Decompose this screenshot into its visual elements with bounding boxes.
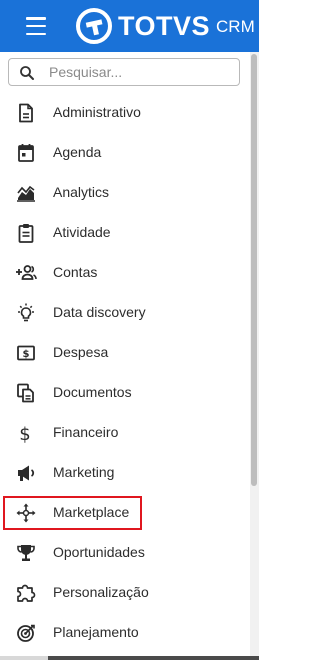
sidebar-scrollbar[interactable] (250, 52, 259, 660)
product-name: CRM (216, 17, 255, 36)
svg-text:$: $ (19, 424, 30, 443)
search-input[interactable] (49, 62, 229, 82)
sidebar-item-contas[interactable]: Contas (0, 253, 250, 293)
sidebar-item-marketing[interactable]: Marketing (0, 453, 250, 493)
sidebar-item-data-discovery[interactable]: Data discovery (0, 293, 250, 333)
money-icon: $ (15, 343, 37, 363)
totvs-logo-icon (76, 8, 112, 44)
sidebar-item-despesa[interactable]: $ Despesa (0, 333, 250, 373)
search-box (8, 58, 240, 86)
puzzle-icon (15, 583, 37, 603)
brand-logo[interactable]: TOTVS CRM (76, 8, 255, 44)
calendar-icon (15, 143, 37, 163)
sidebar-item-documentos[interactable]: Documentos (0, 373, 250, 413)
sidebar-item-label: Atividade (53, 224, 111, 240)
sidebar-item-label: Planejamento (53, 624, 139, 640)
sidebar-item-planejamento[interactable]: Planejamento (0, 613, 250, 653)
sidebar-item-atividade[interactable]: Atividade (0, 213, 250, 253)
scrollbar-thumb[interactable] (251, 54, 257, 486)
sidebar-item-label: Documentos (53, 384, 132, 400)
sidebar-item-label: Contas (53, 264, 98, 280)
megaphone-icon (15, 463, 37, 483)
sidebar-item-analytics[interactable]: Analytics (0, 173, 250, 213)
sidebar-item-label: Oportunidades (53, 544, 145, 560)
document-icon (15, 103, 37, 123)
target-icon (15, 623, 37, 643)
add-user-icon (15, 263, 37, 283)
lightbulb-icon (15, 303, 37, 323)
sidebar-item-administrativo[interactable]: Administrativo (0, 93, 250, 133)
sidebar-item-agenda[interactable]: Agenda (0, 133, 250, 173)
sidebar-item-marketplace[interactable]: Marketplace (0, 493, 250, 533)
sidebar-item-label: Despesa (53, 344, 109, 360)
trophy-icon (15, 543, 37, 563)
sidebar-item-label: Financeiro (53, 424, 119, 440)
sidebar-item-label: Administrativo (53, 104, 141, 120)
clipboard-icon (15, 223, 37, 243)
bottom-edge (0, 656, 259, 660)
dollar-icon: $ (15, 423, 37, 443)
move-arrows-icon (15, 503, 37, 523)
sidebar-item-label: Data discovery (53, 304, 146, 320)
sidebar-item-financeiro[interactable]: $ Financeiro (0, 413, 250, 453)
sidebar-item-label: Personalização (53, 584, 149, 600)
area-chart-icon (15, 183, 37, 203)
sidebar-item-label: Agenda (53, 144, 102, 160)
svg-text:$: $ (23, 349, 30, 360)
sidebar-item-label: Analytics (53, 184, 110, 200)
sidebar-nav: Administrativo Agenda Analytics Atividad… (0, 93, 250, 653)
hamburger-menu-icon[interactable] (26, 17, 46, 35)
brand-name: TOTVS (118, 10, 211, 41)
sidebar-item-oportunidades[interactable]: Oportunidades (0, 533, 250, 573)
search-icon (20, 66, 34, 80)
sidebar-item-label: Marketing (53, 464, 115, 480)
copy-documents-icon (15, 383, 37, 403)
sidebar-item-label: Marketplace (53, 504, 130, 520)
sidebar-item-personalizacao[interactable]: Personalização (0, 573, 250, 613)
app-header: TOTVS CRM (0, 0, 259, 52)
